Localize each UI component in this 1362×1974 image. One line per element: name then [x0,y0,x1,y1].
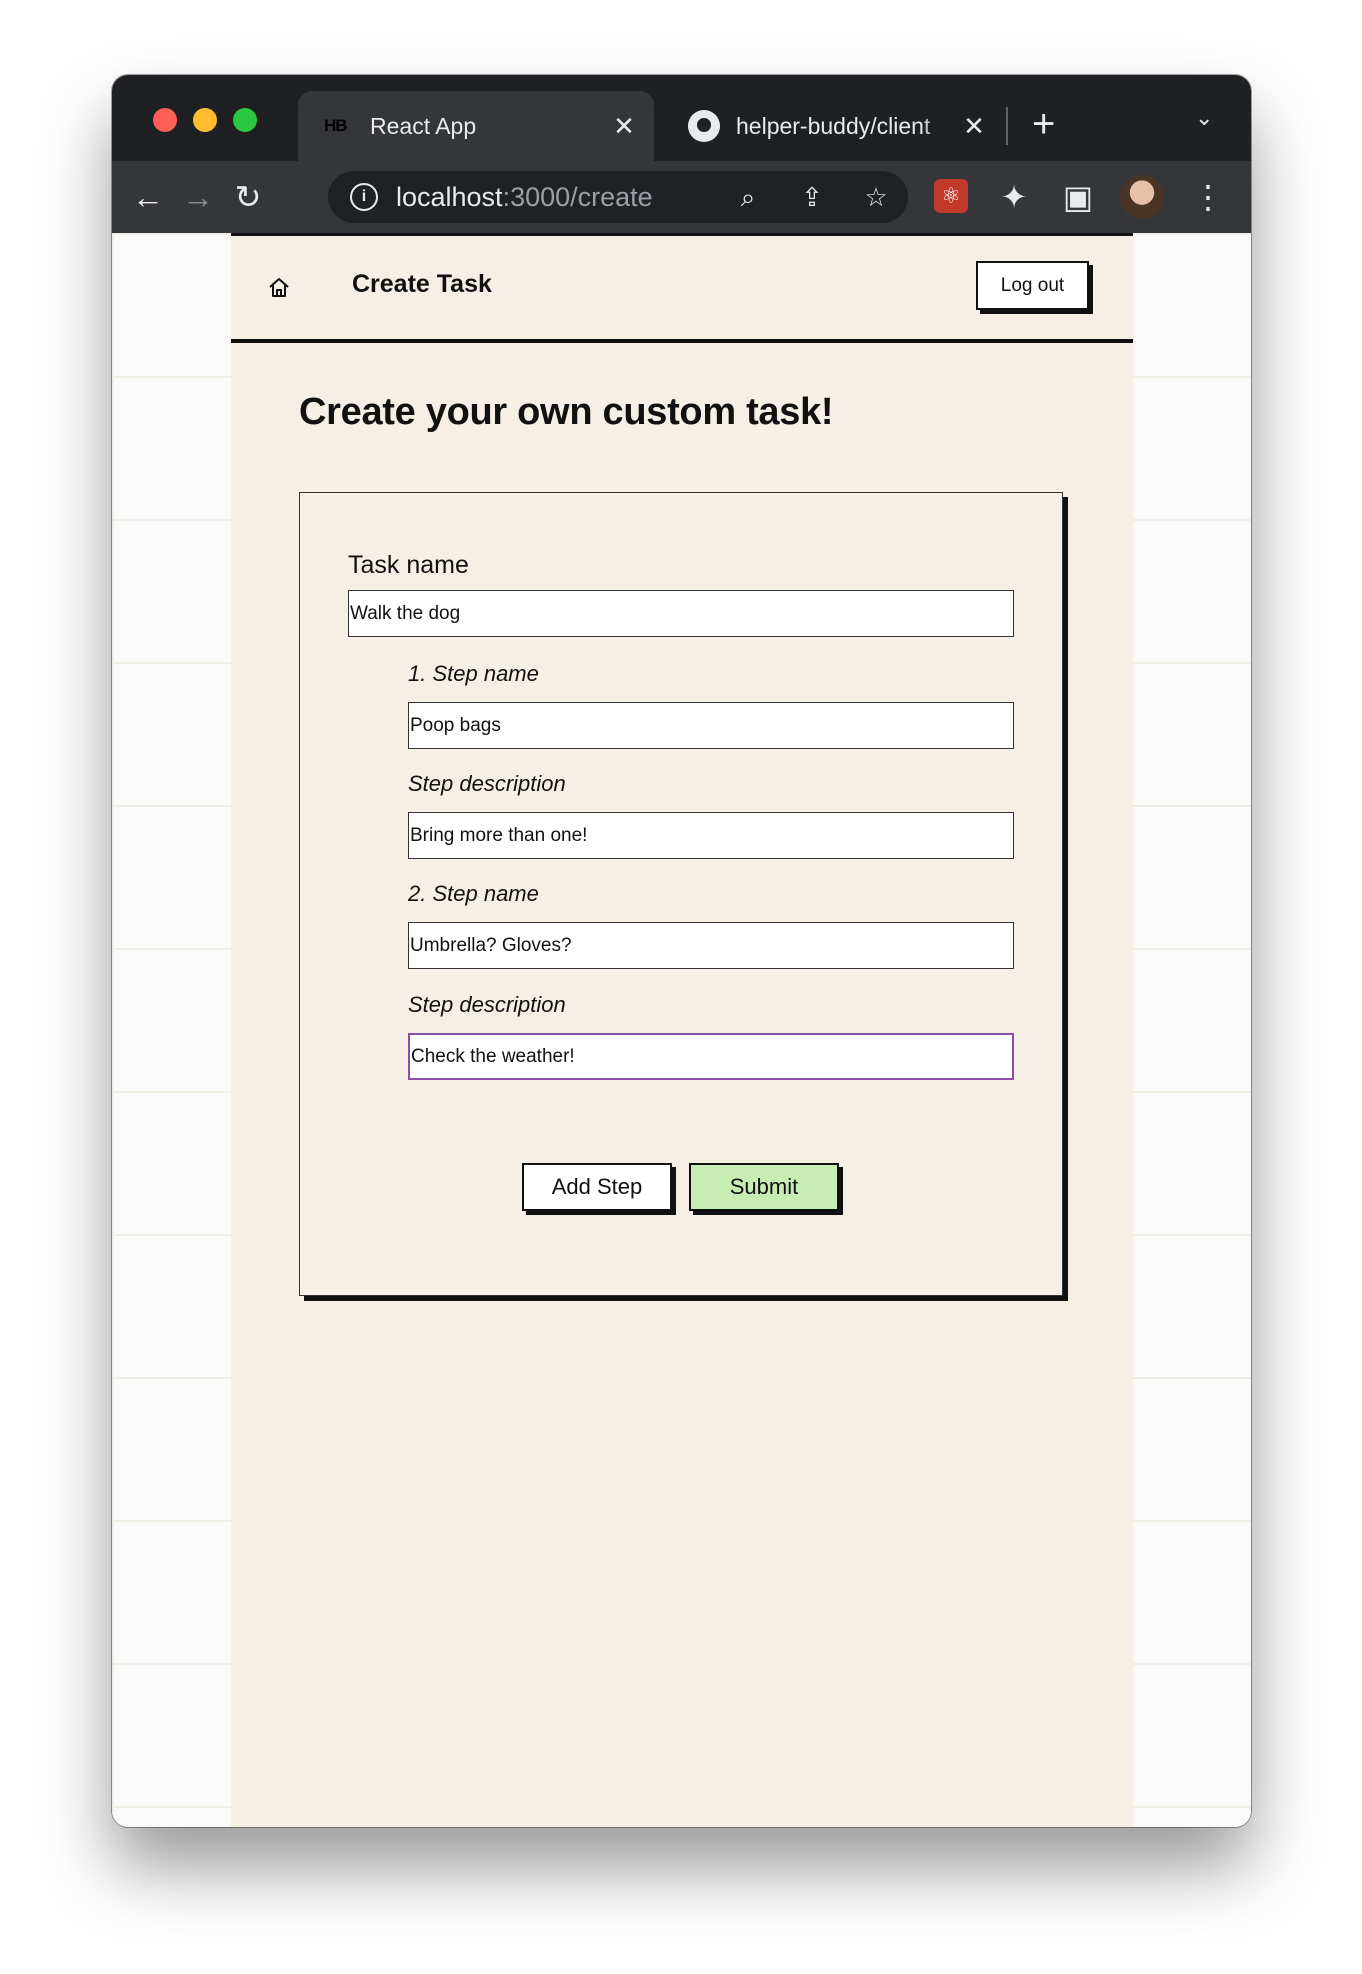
minimize-window-button[interactable] [193,108,217,132]
chevron-down-icon[interactable]: ⌄ [1195,105,1213,131]
more-menu-icon[interactable]: ⋮ [1186,175,1230,219]
tab-separator [1006,107,1008,145]
profile-avatar[interactable] [1120,175,1164,219]
step-2-name-input[interactable] [408,922,1014,969]
tab-github[interactable]: helper-buddy/client ✕ [664,91,1004,161]
page-title: Create Task [352,270,492,298]
submit-button[interactable]: Submit [689,1163,839,1211]
share-icon[interactable]: ⇪ [792,177,832,217]
page-background: Create Task Log out Create your own cust… [112,233,1251,1827]
app-container: Create Task Log out Create your own cust… [231,233,1133,1827]
tab-title: helper-buddy/client [736,112,931,139]
create-task-form: Task name 1. Step name Step description … [299,492,1063,1296]
forward-icon[interactable]: → [176,175,220,219]
side-panel-icon[interactable]: ▣ [1056,175,1100,219]
step-2-description-input[interactable] [408,1033,1014,1080]
step-1-description-label: Step description [408,771,566,796]
close-tab-icon[interactable]: ✕ [954,111,994,142]
hb-favicon-icon: HB [324,116,348,135]
close-tab-icon[interactable]: ✕ [604,111,644,142]
add-step-button[interactable]: Add Step [522,1163,672,1211]
reload-icon[interactable]: ↻ [226,175,270,219]
logout-button[interactable]: Log out [976,261,1089,310]
step-2-name-label: 2. Step name [408,881,539,906]
step-1-description-input[interactable] [408,812,1014,859]
browser-toolbar: ← → ↻ i localhost:3000/create ⌕ ⇪ ☆ ⚛ ✦ … [112,161,1251,233]
app-header: Create Task Log out [231,236,1133,343]
github-icon [688,110,720,142]
step-1-name-input[interactable] [408,702,1014,749]
info-icon[interactable]: i [350,183,378,211]
task-name-input[interactable] [348,590,1014,637]
step-1-name-label: 1. Step name [408,661,539,686]
home-icon[interactable] [267,276,291,300]
tab-strip: HB React App ✕ helper-buddy/client ✕ + ⌄ [112,75,1251,161]
zoom-icon[interactable]: ⌕ [728,177,768,217]
back-icon[interactable]: ← [126,175,170,219]
tab-react-app[interactable]: HB React App ✕ [298,91,654,161]
main-heading: Create your own custom task! [299,391,834,433]
url-text: localhost:3000/create [396,181,653,212]
close-window-button[interactable] [153,108,177,132]
browser-window: HB React App ✕ helper-buddy/client ✕ + ⌄… [112,75,1251,1827]
tab-title: React App [370,112,477,139]
react-devtools-icon[interactable]: ⚛ [934,179,968,213]
step-2-description-label: Step description [408,992,566,1017]
task-name-label: Task name [348,551,469,579]
address-bar[interactable]: i localhost:3000/create ⌕ ⇪ ☆ [328,171,908,223]
maximize-window-button[interactable] [233,108,257,132]
bookmark-star-icon[interactable]: ☆ [856,177,896,217]
new-tab-icon[interactable]: + [1032,99,1055,149]
extensions-puzzle-icon[interactable]: ✦ [992,175,1036,219]
